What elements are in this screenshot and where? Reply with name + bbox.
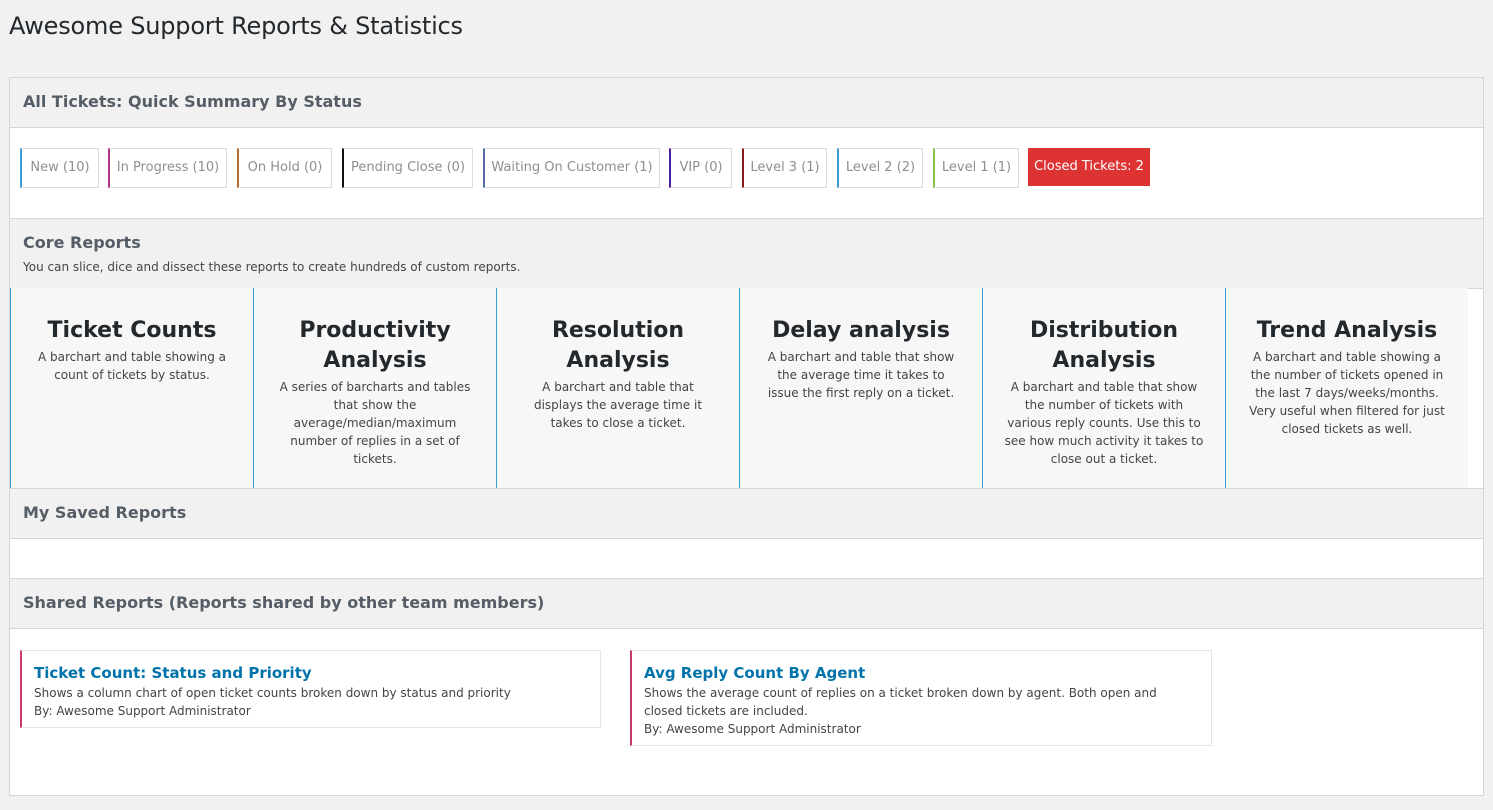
- shared-report-card[interactable]: Ticket Count: Status and Priority Shows …: [20, 650, 601, 728]
- report-card-productivity-analysis[interactable]: Productivity Analysis A series of barcha…: [253, 288, 496, 488]
- report-card-desc: A barchart and table that displays the a…: [533, 380, 703, 430]
- core-reports-heading: Core Reports: [23, 233, 141, 252]
- report-card-title: Ticket Counts: [47, 318, 217, 343]
- status-chip-label: VIP (0): [679, 160, 723, 175]
- shared-report-title[interactable]: Avg Reply Count By Agent: [644, 662, 1199, 684]
- report-card-desc: A series of barcharts and tables that sh…: [279, 380, 471, 466]
- status-chip-new[interactable]: New (10): [20, 148, 99, 188]
- core-report-cards: Ticket Counts A barchart and table showi…: [10, 288, 1468, 488]
- status-chip-label: In Progress (10): [116, 160, 220, 175]
- status-chip-waiting-on-customer[interactable]: Waiting On Customer (1): [483, 148, 660, 188]
- report-card-title: Delay analysis: [772, 318, 950, 343]
- page-title: Awesome Support Reports & Statistics: [9, 12, 463, 40]
- status-chip-label: Waiting On Customer (1): [491, 160, 653, 175]
- saved-reports-header: My Saved Reports: [10, 488, 1483, 539]
- status-chip-vip[interactable]: VIP (0): [669, 148, 732, 188]
- status-chip-label: Pending Close (0): [350, 160, 466, 175]
- report-card-desc: A barchart and table showing a count of …: [37, 350, 226, 382]
- shared-report-desc: Shows the average count of replies on a …: [644, 686, 1157, 718]
- report-card-ticket-counts[interactable]: Ticket Counts A barchart and table showi…: [10, 288, 253, 488]
- report-card-resolution-analysis[interactable]: Resolution Analysis A barchart and table…: [496, 288, 739, 488]
- shared-report-desc: Shows a column chart of open ticket coun…: [34, 686, 511, 700]
- summary-header: All Tickets: Quick Summary By Status: [10, 77, 1483, 128]
- status-chip-in-progress[interactable]: In Progress (10): [108, 148, 227, 188]
- status-chip-pending-close[interactable]: Pending Close (0): [342, 148, 473, 188]
- report-card-delay-analysis[interactable]: Delay analysis A barchart and table that…: [739, 288, 982, 488]
- closed-tickets-label: Closed Tickets: 2: [1034, 159, 1144, 174]
- status-chip-label: New (10): [30, 160, 90, 175]
- status-chip-label: Level 2 (2): [845, 160, 916, 175]
- report-card-title: Resolution Analysis: [551, 318, 685, 373]
- shared-report-card[interactable]: Avg Reply Count By Agent Shows the avera…: [630, 650, 1212, 746]
- report-card-title: Trend Analysis: [1256, 318, 1438, 343]
- status-chip-level-3[interactable]: Level 3 (1): [742, 148, 827, 188]
- saved-reports-heading: My Saved Reports: [23, 503, 187, 522]
- report-card-desc: A barchart and table that show the avera…: [767, 350, 955, 400]
- report-card-distribution-analysis[interactable]: Distribution Analysis A barchart and tab…: [982, 288, 1225, 488]
- status-chip-label: On Hold (0): [247, 160, 323, 175]
- shared-reports-heading: Shared Reports (Reports shared by other …: [23, 593, 545, 612]
- status-chip-level-1[interactable]: Level 1 (1): [933, 148, 1019, 188]
- status-chip-label: Level 1 (1): [941, 160, 1012, 175]
- report-card-desc: A barchart and table that show the numbe…: [1004, 380, 1204, 466]
- shared-report-author: By: Awesome Support Administrator: [34, 704, 251, 718]
- core-reports-header: Core Reports You can slice, dice and dis…: [10, 218, 1483, 289]
- closed-tickets-button[interactable]: Closed Tickets: 2: [1028, 148, 1150, 186]
- shared-reports-header: Shared Reports (Reports shared by other …: [10, 578, 1483, 629]
- status-chip-label: Level 3 (1): [750, 160, 820, 175]
- reports-panel: All Tickets: Quick Summary By Status New…: [9, 77, 1484, 796]
- core-reports-subheading: You can slice, dice and dissect these re…: [23, 260, 521, 274]
- report-card-title: Productivity Analysis: [299, 318, 451, 373]
- status-chip-level-2[interactable]: Level 2 (2): [837, 148, 923, 188]
- summary-heading: All Tickets: Quick Summary By Status: [23, 92, 362, 111]
- report-card-trend-analysis[interactable]: Trend Analysis A barchart and table show…: [1225, 288, 1468, 488]
- report-card-title: Distribution Analysis: [1029, 318, 1179, 373]
- status-chip-on-hold[interactable]: On Hold (0): [237, 148, 332, 188]
- report-card-desc: A barchart and table showing a the numbe…: [1249, 350, 1445, 436]
- shared-report-author: By: Awesome Support Administrator: [644, 722, 861, 736]
- shared-report-title[interactable]: Ticket Count: Status and Priority: [34, 662, 588, 684]
